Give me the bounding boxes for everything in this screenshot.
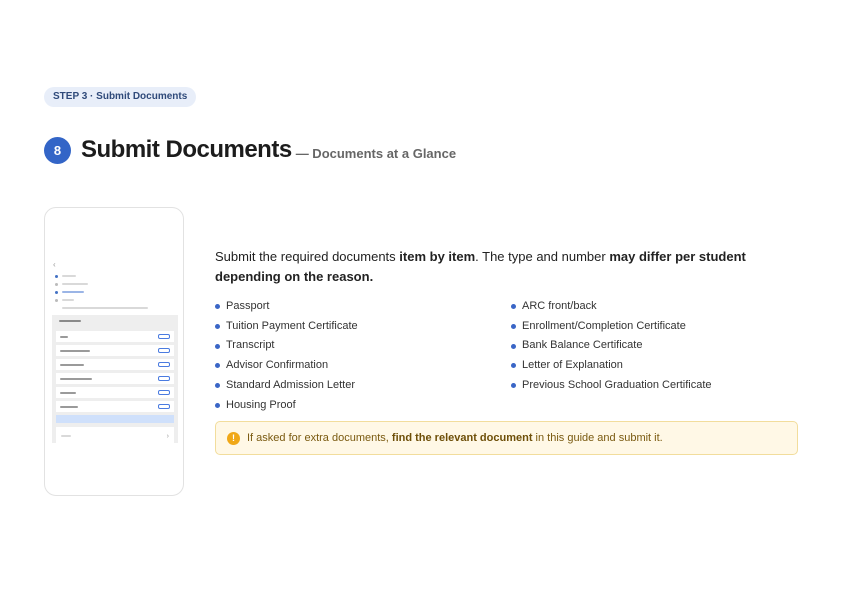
notice-text: If asked for extra documents, find the r… [247, 432, 663, 444]
phone-mockup: ‹ › [44, 207, 184, 496]
bullet-icon [215, 324, 220, 330]
warning-icon: ! [227, 431, 240, 445]
list-item: Advisor Confirmation [215, 356, 358, 376]
page: STEP 3 · Submit Documents 8 Submit Docum… [0, 0, 842, 595]
list-item: Tuition Payment Certificate [215, 317, 358, 337]
intro-text: Submit the required documents item by it… [215, 249, 746, 284]
documents-list-right: ARC front/back Enrollment/Completion Cer… [511, 297, 712, 396]
list-item: Transcript [215, 336, 358, 356]
list-item: Housing Proof [215, 396, 358, 416]
list-item: Previous School Graduation Certificate [511, 376, 712, 396]
list-item: Passport [215, 297, 358, 317]
bullet-icon [511, 383, 516, 389]
bullet-icon [215, 343, 220, 349]
phone-document-panel: › [52, 315, 178, 445]
bullet-icon [511, 304, 516, 310]
list-item: Standard Admission Letter [215, 376, 358, 396]
documents-list-left: Passport Tuition Payment Certificate Tra… [215, 297, 358, 415]
list-item: Enrollment/Completion Certificate [511, 317, 712, 337]
bullet-icon [511, 324, 516, 330]
bullet-icon [215, 304, 220, 310]
page-subtitle: — Documents at a Glance [295, 145, 457, 161]
back-chevron-icon: ‹ [53, 260, 56, 269]
list-item: Letter of Explanation [511, 356, 712, 376]
page-title: Submit Documents [81, 136, 292, 163]
step-pill: STEP 3 · Submit Documents [44, 87, 197, 107]
title-row: 8 Submit Documents — Documents at a Glan… [44, 136, 456, 164]
notice-box: ! If asked for extra documents, find the… [215, 421, 798, 455]
bullet-icon [511, 363, 516, 369]
phone-timeline [55, 272, 175, 312]
list-item: Bank Balance Certificate [511, 336, 712, 356]
bullet-icon [511, 343, 516, 349]
step-number-badge: 8 [44, 136, 71, 164]
bullet-icon [215, 402, 220, 408]
bullet-icon [215, 363, 220, 369]
bullet-icon [215, 383, 220, 389]
list-item: ARC front/back [511, 297, 712, 317]
